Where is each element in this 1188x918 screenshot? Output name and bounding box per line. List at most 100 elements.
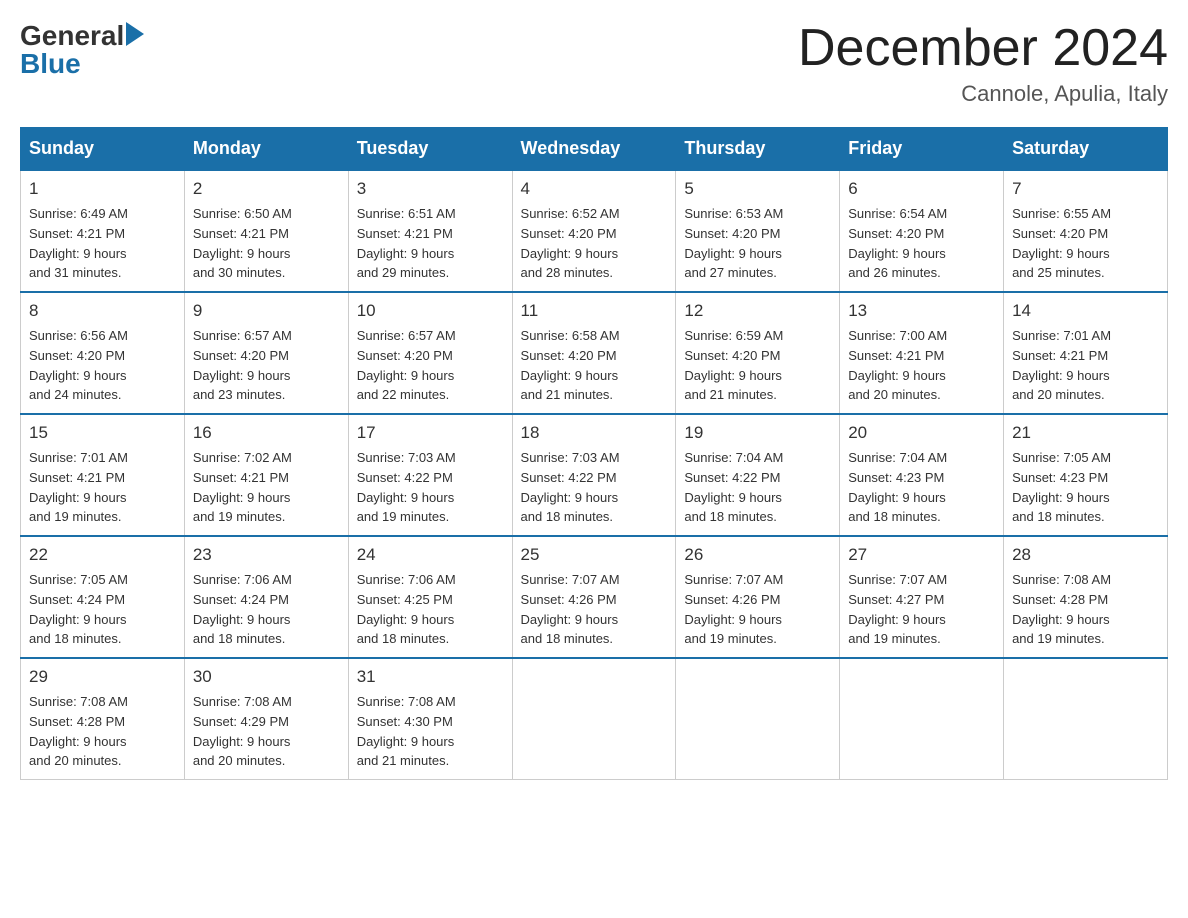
day-sunrise: Sunrise: 7:08 AM [29, 694, 128, 709]
table-row: 8Sunrise: 6:56 AMSunset: 4:20 PMDaylight… [21, 292, 185, 414]
calendar-week-row: 29Sunrise: 7:08 AMSunset: 4:28 PMDayligh… [21, 658, 1168, 780]
col-friday: Friday [840, 128, 1004, 171]
day-daylight: Daylight: 9 hoursand 21 minutes. [521, 368, 619, 403]
day-sunrise: Sunrise: 6:51 AM [357, 206, 456, 221]
day-sunrise: Sunrise: 6:50 AM [193, 206, 292, 221]
table-row: 25Sunrise: 7:07 AMSunset: 4:26 PMDayligh… [512, 536, 676, 658]
day-number: 18 [521, 421, 668, 446]
table-row [840, 658, 1004, 780]
table-row: 9Sunrise: 6:57 AMSunset: 4:20 PMDaylight… [184, 292, 348, 414]
table-row: 3Sunrise: 6:51 AMSunset: 4:21 PMDaylight… [348, 170, 512, 292]
day-sunrise: Sunrise: 7:06 AM [357, 572, 456, 587]
col-thursday: Thursday [676, 128, 840, 171]
day-daylight: Daylight: 9 hoursand 30 minutes. [193, 246, 291, 281]
day-sunset: Sunset: 4:22 PM [684, 470, 780, 485]
day-daylight: Daylight: 9 hoursand 21 minutes. [357, 734, 455, 769]
day-number: 14 [1012, 299, 1159, 324]
day-sunset: Sunset: 4:21 PM [193, 226, 289, 241]
day-number: 13 [848, 299, 995, 324]
logo-blue-text: Blue [20, 48, 81, 80]
day-sunrise: Sunrise: 7:08 AM [1012, 572, 1111, 587]
day-sunset: Sunset: 4:26 PM [521, 592, 617, 607]
day-sunset: Sunset: 4:20 PM [521, 226, 617, 241]
day-sunrise: Sunrise: 7:08 AM [193, 694, 292, 709]
day-sunset: Sunset: 4:20 PM [521, 348, 617, 363]
day-daylight: Daylight: 9 hoursand 20 minutes. [1012, 368, 1110, 403]
day-sunrise: Sunrise: 6:54 AM [848, 206, 947, 221]
logo-arrow-icon [126, 22, 144, 46]
day-number: 4 [521, 177, 668, 202]
day-daylight: Daylight: 9 hoursand 28 minutes. [521, 246, 619, 281]
table-row [1004, 658, 1168, 780]
table-row: 10Sunrise: 6:57 AMSunset: 4:20 PMDayligh… [348, 292, 512, 414]
day-sunrise: Sunrise: 7:08 AM [357, 694, 456, 709]
day-sunset: Sunset: 4:20 PM [848, 226, 944, 241]
table-row: 24Sunrise: 7:06 AMSunset: 4:25 PMDayligh… [348, 536, 512, 658]
day-sunrise: Sunrise: 6:58 AM [521, 328, 620, 343]
day-daylight: Daylight: 9 hoursand 21 minutes. [684, 368, 782, 403]
day-sunset: Sunset: 4:27 PM [848, 592, 944, 607]
day-sunrise: Sunrise: 6:59 AM [684, 328, 783, 343]
calendar-header-row: Sunday Monday Tuesday Wednesday Thursday… [21, 128, 1168, 171]
day-daylight: Daylight: 9 hoursand 24 minutes. [29, 368, 127, 403]
day-daylight: Daylight: 9 hoursand 19 minutes. [1012, 612, 1110, 647]
day-sunset: Sunset: 4:24 PM [29, 592, 125, 607]
day-number: 22 [29, 543, 176, 568]
day-daylight: Daylight: 9 hoursand 20 minutes. [848, 368, 946, 403]
day-number: 19 [684, 421, 831, 446]
day-sunset: Sunset: 4:23 PM [848, 470, 944, 485]
day-sunset: Sunset: 4:21 PM [29, 470, 125, 485]
location-text: Cannole, Apulia, Italy [798, 81, 1168, 107]
day-sunset: Sunset: 4:21 PM [1012, 348, 1108, 363]
calendar-week-row: 1 Sunrise: 6:49 AM Sunset: 4:21 PM Daylight… [21, 170, 1168, 292]
logo: General Blue [20, 20, 144, 80]
day-number: 30 [193, 665, 340, 690]
day-number: 29 [29, 665, 176, 690]
calendar-week-row: 22Sunrise: 7:05 AMSunset: 4:24 PMDayligh… [21, 536, 1168, 658]
day-sunrise: Sunrise: 6:53 AM [684, 206, 783, 221]
day-daylight: Daylight: 9 hoursand 23 minutes. [193, 368, 291, 403]
day-sunset: Sunset: 4:26 PM [684, 592, 780, 607]
table-row: 17Sunrise: 7:03 AMSunset: 4:22 PMDayligh… [348, 414, 512, 536]
day-daylight: Daylight: 9 hoursand 29 minutes. [357, 246, 455, 281]
day-daylight: Daylight: 9 hoursand 22 minutes. [357, 368, 455, 403]
day-sunrise: Sunrise: 6:57 AM [193, 328, 292, 343]
day-daylight: Daylight: 9 hoursand 19 minutes. [357, 490, 455, 525]
day-sunrise: Sunrise: 7:02 AM [193, 450, 292, 465]
day-number: 15 [29, 421, 176, 446]
day-sunset: Sunset: 4:20 PM [357, 348, 453, 363]
day-number: 25 [521, 543, 668, 568]
day-number: 20 [848, 421, 995, 446]
table-row: 2 Sunrise: 6:50 AM Sunset: 4:21 PM Daylight… [184, 170, 348, 292]
table-row: 31Sunrise: 7:08 AMSunset: 4:30 PMDayligh… [348, 658, 512, 780]
day-number: 2 [193, 177, 340, 202]
table-row: 20Sunrise: 7:04 AMSunset: 4:23 PMDayligh… [840, 414, 1004, 536]
day-number: 28 [1012, 543, 1159, 568]
day-sunrise: Sunrise: 6:52 AM [521, 206, 620, 221]
day-daylight: Daylight: 9 hoursand 27 minutes. [684, 246, 782, 281]
col-monday: Monday [184, 128, 348, 171]
table-row [512, 658, 676, 780]
day-sunrise: Sunrise: 6:49 AM [29, 206, 128, 221]
day-daylight: Daylight: 9 hoursand 18 minutes. [357, 612, 455, 647]
table-row: 14Sunrise: 7:01 AMSunset: 4:21 PMDayligh… [1004, 292, 1168, 414]
day-daylight: Daylight: 9 hoursand 19 minutes. [684, 612, 782, 647]
table-row: 12Sunrise: 6:59 AMSunset: 4:20 PMDayligh… [676, 292, 840, 414]
table-row [676, 658, 840, 780]
table-row: 18Sunrise: 7:03 AMSunset: 4:22 PMDayligh… [512, 414, 676, 536]
col-saturday: Saturday [1004, 128, 1168, 171]
day-number: 1 [29, 177, 176, 202]
col-tuesday: Tuesday [348, 128, 512, 171]
month-title: December 2024 [798, 20, 1168, 77]
day-daylight: Daylight: 9 hoursand 18 minutes. [521, 612, 619, 647]
day-number: 31 [357, 665, 504, 690]
day-daylight: Daylight: 9 hoursand 31 minutes. [29, 246, 127, 281]
table-row: 29Sunrise: 7:08 AMSunset: 4:28 PMDayligh… [21, 658, 185, 780]
day-sunrise: Sunrise: 7:05 AM [1012, 450, 1111, 465]
day-sunrise: Sunrise: 7:03 AM [521, 450, 620, 465]
day-sunset: Sunset: 4:22 PM [521, 470, 617, 485]
day-daylight: Daylight: 9 hoursand 18 minutes. [848, 490, 946, 525]
table-row: 22Sunrise: 7:05 AMSunset: 4:24 PMDayligh… [21, 536, 185, 658]
title-section: December 2024 Cannole, Apulia, Italy [798, 20, 1168, 107]
table-row: 16Sunrise: 7:02 AMSunset: 4:21 PMDayligh… [184, 414, 348, 536]
